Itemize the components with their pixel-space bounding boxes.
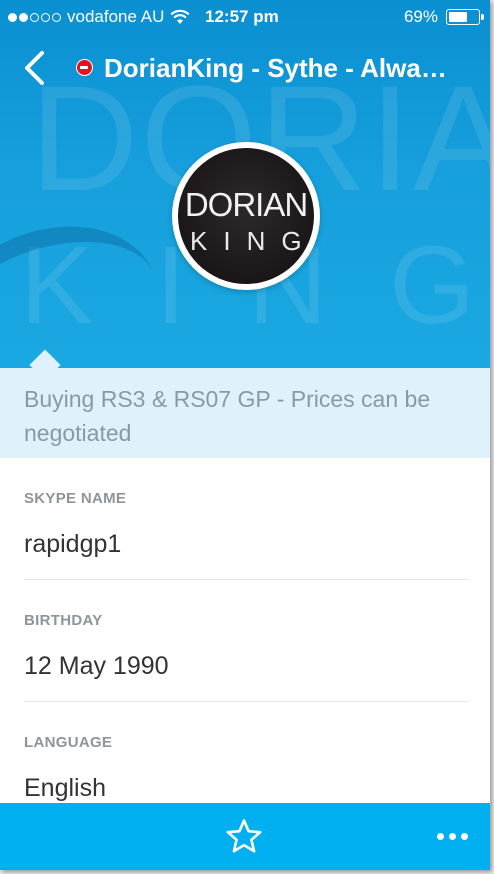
- skype-name-field: SKYPE NAME rapidgp1: [24, 458, 468, 580]
- avatar-logo-subtext: KING: [190, 226, 314, 256]
- field-value: 12 May 1990: [24, 652, 169, 680]
- navigation-bar: DorianKing - Sythe - Alwa…: [0, 34, 490, 98]
- more-horizontal-icon[interactable]: [437, 825, 471, 847]
- field-label: LANGUAGE: [24, 734, 113, 751]
- field-value: English: [24, 774, 106, 802]
- status-time: 12:57 pm: [205, 7, 279, 26]
- status-bar: vodafone AU 12:57 pm 69%: [0, 0, 490, 34]
- do-not-disturb-status-icon: [76, 59, 93, 76]
- contact-display-name: DorianKing - Sythe - Alwa…: [104, 53, 447, 83]
- contact-details-list: SKYPE NAME rapidgp1 BIRTHDAY 12 May 1990…: [0, 458, 490, 824]
- battery-percent: 69%: [403, 7, 438, 26]
- avatar[interactable]: DORIAN KING: [172, 142, 320, 290]
- contact-profile-screen: DORIAN KING vodafone AU 12:57 pm 69%: [0, 0, 490, 870]
- wifi-icon: [170, 9, 190, 24]
- bottom-action-bar: [0, 803, 490, 870]
- field-label: SKYPE NAME: [24, 490, 127, 507]
- carrier-name: vodafone AU: [67, 7, 165, 26]
- star-icon[interactable]: [224, 817, 264, 857]
- field-value: rapidgp1: [24, 530, 122, 558]
- battery-icon: [446, 9, 484, 25]
- signal-strength-icon: [8, 12, 61, 22]
- chevron-left-icon[interactable]: [18, 48, 52, 88]
- birthday-field: BIRTHDAY 12 May 1990: [24, 580, 468, 702]
- mood-message: Buying RS3 & RS07 GP - Prices can be neg…: [0, 368, 490, 458]
- profile-header: DORIAN KING vodafone AU 12:57 pm 69%: [0, 0, 490, 368]
- avatar-logo-text: DORIAN: [184, 186, 308, 223]
- field-label: BIRTHDAY: [24, 612, 103, 629]
- avatar-image: DORIAN KING: [178, 148, 314, 284]
